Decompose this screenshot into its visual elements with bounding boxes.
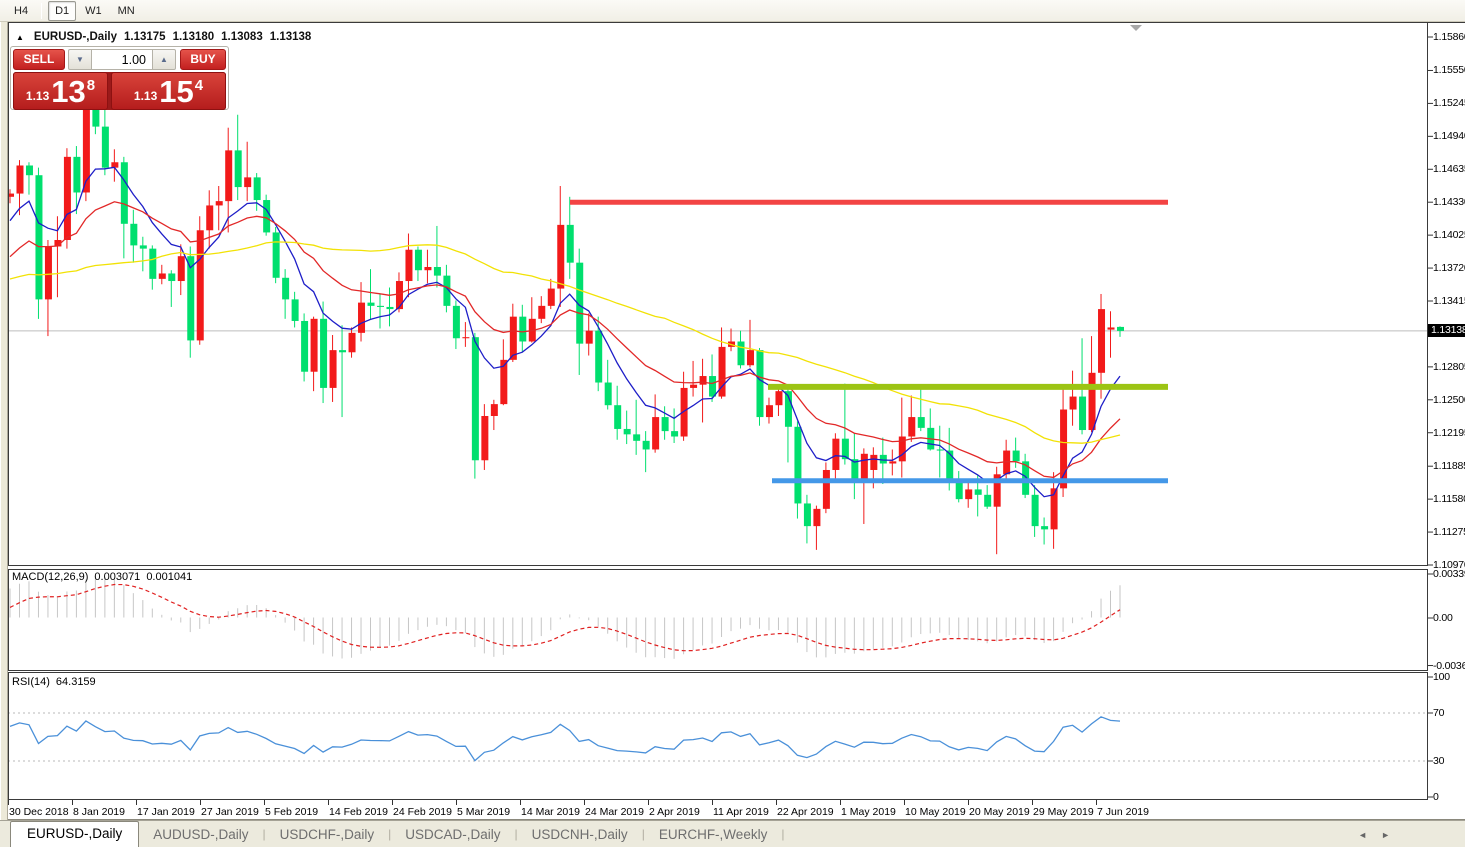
bar-low-value: 1.13083	[221, 31, 263, 43]
moving-average-line-20	[10, 202, 1120, 478]
one-click-trading-panel: SELL ▼ 1.00 ▲ BUY 1.13 13 8 1.13 15 4	[10, 46, 229, 110]
time-axis-label: 27 Jan 2019	[201, 806, 259, 818]
price-axis-label: 1.13415	[1433, 295, 1465, 307]
macd-axis-label: -0.003664	[1433, 660, 1465, 672]
buy-price-display[interactable]: 1.13 15 4	[111, 72, 226, 110]
rsi-axis-label: 30	[1433, 755, 1444, 767]
tab-separator: |	[781, 827, 784, 847]
chart-symbol-label: EURUSD-,Daily	[34, 31, 117, 43]
bar-close-value: 1.13138	[270, 31, 312, 43]
sell-button[interactable]: SELL	[13, 49, 65, 70]
time-axis-label: 14 Mar 2019	[521, 806, 580, 818]
price-axis-label: 1.15550	[1433, 64, 1465, 76]
arrow-up-icon: ▲	[160, 55, 168, 64]
main-price-panel	[7, 52, 1428, 554]
chart-tab-eurusd-daily[interactable]: EURUSD-,Daily	[10, 821, 139, 847]
price-axis-label: 1.12500	[1433, 394, 1465, 406]
price-axis-label: 1.11275	[1433, 526, 1465, 538]
time-axis-label: 17 Jan 2019	[137, 806, 195, 818]
chart-tab-eurchf-weekly[interactable]: EURCHF-,Weekly	[645, 823, 782, 847]
moving-average-line-50	[10, 242, 1120, 443]
chart-tab-usdcnh-daily[interactable]: USDCNH-,Daily	[518, 823, 642, 847]
buy-button[interactable]: BUY	[180, 49, 226, 70]
scroll-tabs-right-icon[interactable]: ►	[1381, 830, 1390, 840]
sell-price-display[interactable]: 1.13 13 8	[13, 72, 108, 110]
chart-tabs: EURUSD-,DailyAUDUSD-,Daily | USDCHF-,Daily…	[10, 821, 784, 847]
price-axis-label: 1.14330	[1433, 196, 1465, 208]
price-axis-label: 1.14940	[1433, 130, 1465, 142]
tab-scroll-controls: ◄ ►	[1358, 830, 1390, 847]
time-axis-label: 10 May 2019	[905, 806, 966, 818]
time-axis-label: 5 Mar 2019	[457, 806, 510, 818]
buy-price-prefix: 1.13	[134, 89, 157, 103]
macd-name: MACD(12,26,9)	[12, 571, 88, 583]
mt4-terminal: H4D1W1MN ▲ EURUSD-,Daily 1.13175 1.13180…	[0, 0, 1465, 847]
macd-histogram	[10, 576, 1120, 659]
panel-frame	[9, 570, 1428, 671]
rsi-axis-label: 70	[1433, 707, 1444, 719]
chart-shift-marker-icon	[1130, 25, 1142, 31]
price-axis-label: 1.15245	[1433, 97, 1465, 109]
macd-axis-label: 0.003392	[1433, 568, 1465, 580]
chart-tab-bar: EURUSD-,DailyAUDUSD-,Daily | USDCHF-,Daily…	[0, 820, 1465, 847]
buy-price-main: 15	[159, 78, 193, 106]
sell-price-pip: 8	[87, 77, 95, 94]
time-axis-label: 5 Feb 2019	[265, 806, 318, 818]
time-axis-label: 20 May 2019	[969, 806, 1030, 818]
time-axis-label: 1 May 2019	[841, 806, 896, 818]
time-axis-label: 30 Dec 2018	[9, 806, 69, 818]
time-axis-label: 22 Apr 2019	[777, 806, 834, 818]
sell-price-main: 13	[51, 78, 85, 106]
collapse-chart-icon[interactable]: ▲	[16, 33, 24, 42]
chart-tab-usdchf-daily[interactable]: USDCHF-,Daily	[266, 823, 389, 847]
macd-panel	[10, 576, 1120, 659]
price-axis-label: 1.14635	[1433, 163, 1465, 175]
rsi-panel	[8, 713, 1428, 761]
rsi-value: 64.3159	[56, 676, 96, 688]
time-axis-label: 11 Apr 2019	[713, 806, 769, 818]
price-axis-label: 1.14025	[1433, 229, 1465, 241]
macd-axis-label: 0.00	[1433, 612, 1453, 624]
buy-price-pip: 4	[195, 77, 203, 94]
price-axis-label: 1.15860	[1433, 31, 1465, 43]
rsi-name: RSI(14)	[12, 676, 50, 688]
rsi-line	[10, 717, 1120, 761]
price-axis-label: 1.12805	[1433, 361, 1465, 373]
sell-price-prefix: 1.13	[26, 89, 49, 103]
chart-tab-usdcad-daily[interactable]: USDCAD-,Daily	[391, 823, 514, 847]
chart-title-bar: ▲ EURUSD-,Daily 1.13175 1.13180 1.13083 …	[16, 29, 311, 45]
price-axis-label: 1.11580	[1433, 493, 1465, 505]
candlestick-chart-canvas[interactable]	[0, 0, 1465, 825]
price-axis-label: 1.12195	[1433, 427, 1465, 439]
macd-main-value: 0.003071	[94, 571, 140, 583]
time-axis-label: 14 Feb 2019	[329, 806, 388, 818]
time-axis-label: 7 Jun 2019	[1097, 806, 1149, 818]
macd-signal-line	[10, 585, 1120, 651]
price-axis-label: 1.13720	[1433, 262, 1465, 274]
bar-high-value: 1.13180	[173, 31, 215, 43]
volume-input[interactable]: 1.00	[92, 49, 152, 70]
moving-average-line-8	[10, 167, 1120, 496]
scroll-tabs-left-icon[interactable]: ◄	[1358, 830, 1367, 840]
bar-open-value: 1.13175	[124, 31, 166, 43]
time-axis-label: 24 Feb 2019	[393, 806, 452, 818]
time-axis-label: 29 May 2019	[1033, 806, 1094, 818]
arrow-down-icon: ▼	[76, 55, 84, 64]
volume-increase-button[interactable]: ▲	[152, 49, 176, 70]
rsi-axis-label: 0	[1433, 791, 1439, 803]
time-axis-label: 8 Jan 2019	[73, 806, 125, 818]
volume-decrease-button[interactable]: ▼	[68, 49, 92, 70]
time-axis-label: 24 Mar 2019	[585, 806, 644, 818]
macd-indicator-label: MACD(12,26,9) 0.003071 0.001041	[12, 571, 192, 583]
chart-tab-audusd-daily[interactable]: AUDUSD-,Daily	[139, 823, 262, 847]
macd-signal-value: 0.001041	[146, 571, 192, 583]
time-axis-label: 2 Apr 2019	[649, 806, 700, 818]
price-axis-label: 1.11885	[1433, 460, 1465, 472]
rsi-indicator-label: RSI(14) 64.3159	[12, 676, 96, 688]
rsi-axis-label: 100	[1433, 671, 1450, 683]
current-price-tag: 1.13138	[1428, 324, 1465, 337]
